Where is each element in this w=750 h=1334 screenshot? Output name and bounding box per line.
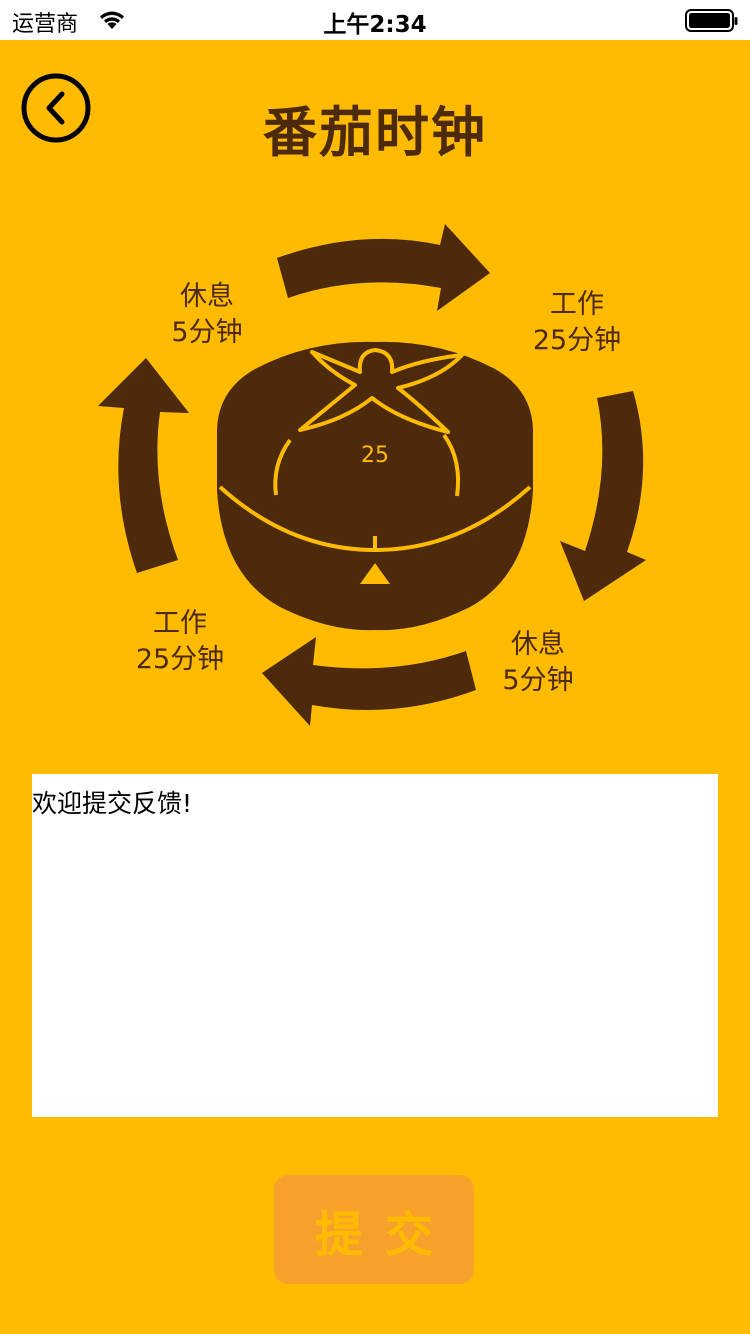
status-bar: 运营商 上午2:34 <box>0 0 750 40</box>
cycle-label-work-left: 工作 25分钟 <box>115 606 245 678</box>
right-cycle-arrow <box>560 391 646 601</box>
cycle-label-duration: 5分钟 <box>502 665 574 696</box>
pomodoro-cycle-illustration <box>98 224 646 726</box>
feedback-input[interactable]: 欢迎提交反馈! <box>32 774 718 1117</box>
cycle-label-duration: 25分钟 <box>532 325 622 356</box>
cycle-label-title: 休息 <box>180 281 234 312</box>
cycle-label-title: 休息 <box>511 629 565 660</box>
cycle-label-duration: 5分钟 <box>171 317 243 348</box>
cycle-label-title: 工作 <box>550 289 604 320</box>
cycle-label-work-right: 工作 25分钟 <box>512 287 642 359</box>
cycle-label-rest-bottom: 休息 5分钟 <box>473 627 603 699</box>
cycle-label-title: 工作 <box>153 608 207 639</box>
status-time: 上午2:34 <box>323 12 427 38</box>
top-cycle-arrow <box>277 224 490 311</box>
page-title: 番茄时钟 <box>263 101 487 164</box>
timer-value: 25 <box>361 443 389 468</box>
bottom-cycle-arrow <box>262 637 476 726</box>
left-cycle-arrow <box>98 358 189 573</box>
cycle-label-duration: 25分钟 <box>135 644 225 675</box>
cycle-label-rest-top: 休息 5分钟 <box>142 279 272 351</box>
submit-button[interactable]: 提交 <box>274 1175 474 1284</box>
battery-icon <box>685 9 739 37</box>
